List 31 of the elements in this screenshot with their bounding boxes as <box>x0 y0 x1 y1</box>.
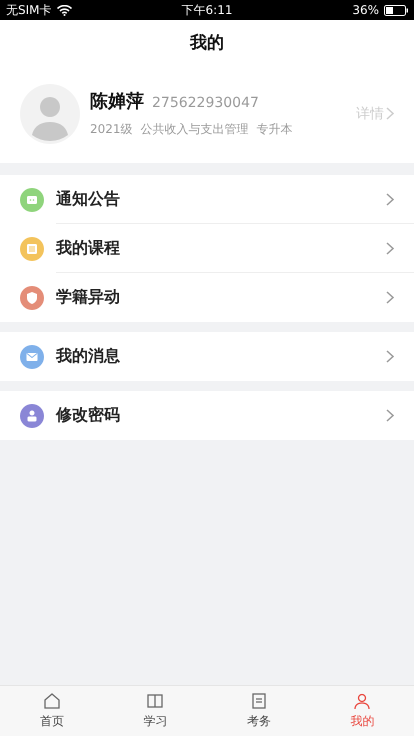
wifi-icon <box>56 4 72 16</box>
grade-text: 2021级 <box>90 121 133 138</box>
chevron-icon <box>386 193 394 206</box>
document-icon[interactable] <box>250 692 268 710</box>
menu-item[interactable]: 我的课程 <box>0 224 414 273</box>
menu-item[interactable]: 我的消息 <box>0 332 414 381</box>
time-text: 下午6:11 <box>182 2 232 18</box>
page-title: 我的 <box>190 32 224 54</box>
menu-item[interactable]: 通知公告 <box>0 175 414 224</box>
chevron-icon <box>386 350 394 363</box>
avatar <box>20 84 80 144</box>
battery-text: 36% <box>352 3 379 17</box>
user-icon[interactable] <box>353 692 372 710</box>
battery-icon <box>384 4 408 16</box>
chevron-icon <box>386 409 394 422</box>
chevron-icon <box>386 291 394 304</box>
tab[interactable]: 首页 <box>0 686 104 736</box>
home-icon[interactable] <box>42 692 61 710</box>
student-name: 陈婵萍 <box>90 90 144 113</box>
chevron-icon <box>386 242 394 255</box>
tab[interactable]: 考务 <box>207 686 310 736</box>
tab[interactable]: 我的 <box>310 686 414 736</box>
carrier-text: 无SIM卡 <box>6 2 52 18</box>
book-icon[interactable] <box>146 692 164 710</box>
menu-item[interactable]: 修改密码 <box>0 391 414 440</box>
tab[interactable]: 学习 <box>104 686 207 736</box>
major-text: 公共收入与支出管理 <box>140 121 249 138</box>
chevron-icon <box>386 107 394 120</box>
menu-item[interactable]: 学籍异动 <box>0 273 414 322</box>
degree-level-text: 专升本 <box>256 121 293 138</box>
student-id: 275622930047 <box>152 95 259 111</box>
